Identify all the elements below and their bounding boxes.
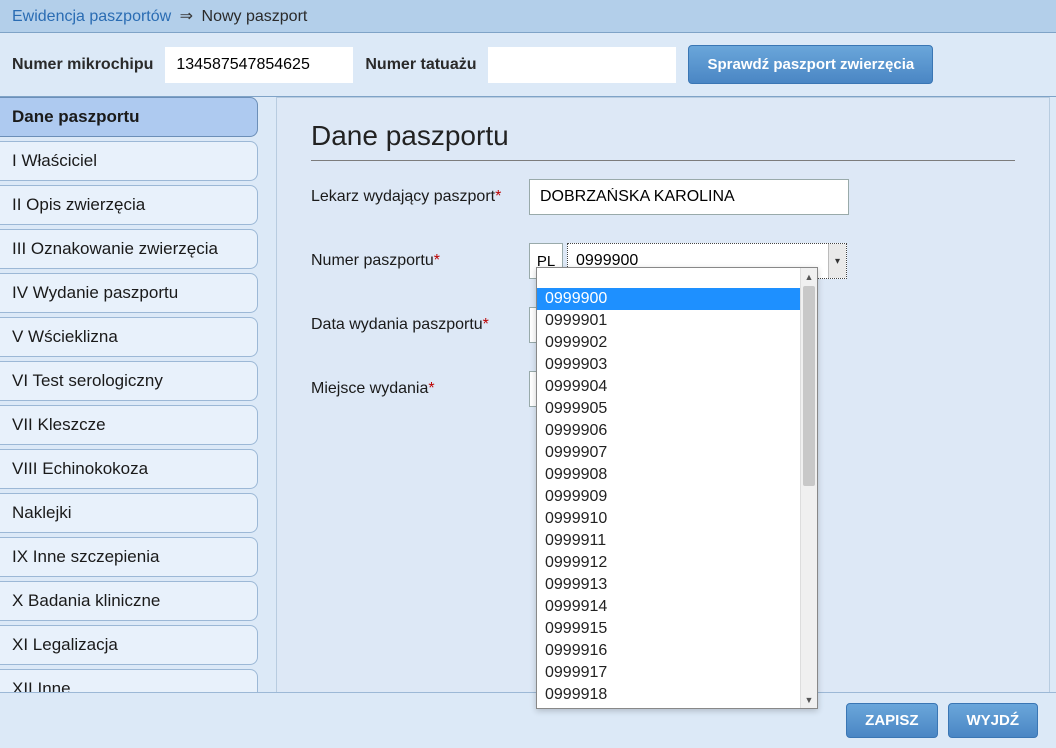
dropdown-option[interactable]: 0999912 xyxy=(537,552,817,574)
dropdown-option[interactable]: 0999907 xyxy=(537,442,817,464)
save-button[interactable]: ZAPISZ xyxy=(846,703,937,738)
sidebar-item-naklejki[interactable]: Naklejki xyxy=(0,493,258,533)
dropdown-option[interactable]: 0999916 xyxy=(537,640,817,662)
required-asterisk: * xyxy=(434,252,440,269)
dropdown-option[interactable]: 0999908 xyxy=(537,464,817,486)
dropdown-option[interactable]: 0999903 xyxy=(537,354,817,376)
exit-button[interactable]: WYJDŹ xyxy=(948,703,1039,738)
dropdown-option[interactable]: 0999915 xyxy=(537,618,817,640)
sidebar-item-badania-kliniczne[interactable]: X Badania kliniczne xyxy=(0,581,258,621)
breadcrumb-link[interactable]: Ewidencja paszportów xyxy=(12,8,171,25)
date-label: Data wydania paszportu* xyxy=(311,316,529,334)
dropdown-option[interactable]: 0999909 xyxy=(537,486,817,508)
panel-title: Dane paszportu xyxy=(311,120,1015,152)
scroll-thumb[interactable] xyxy=(803,286,815,486)
dropdown-option[interactable]: 0999902 xyxy=(537,332,817,354)
sidebar-item-wydanie-paszportu[interactable]: IV Wydanie paszportu xyxy=(0,273,258,313)
chevron-down-icon[interactable]: ▾ xyxy=(828,244,846,278)
tattoo-label: Numer tatuażu xyxy=(365,56,476,74)
scroll-down-icon[interactable]: ▼ xyxy=(801,691,817,708)
dropdown-option[interactable]: 0999901 xyxy=(537,310,817,332)
sidebar-item-dane-paszportu[interactable]: Dane paszportu xyxy=(0,97,258,137)
dropdown-option[interactable]: 0999917 xyxy=(537,662,817,684)
check-passport-button[interactable]: Sprawdź paszport zwierzęcia xyxy=(688,45,933,84)
top-form-bar: Numer mikrochipu Numer tatuażu Sprawdź p… xyxy=(0,33,1056,97)
sidebar-item-inne-szczepienia[interactable]: IX Inne szczepienia xyxy=(0,537,258,577)
panel-divider xyxy=(311,160,1015,161)
dropdown-option[interactable]: 0999914 xyxy=(537,596,817,618)
microchip-label: Numer mikrochipu xyxy=(12,56,153,74)
vet-input[interactable] xyxy=(529,179,849,215)
breadcrumb-arrow-icon: ⇒ xyxy=(176,8,197,25)
breadcrumb: Ewidencja paszportów ⇒ Nowy paszport xyxy=(0,0,1056,33)
dropdown-option[interactable]: 0999906 xyxy=(537,420,817,442)
dropdown-option[interactable]: 0999911 xyxy=(537,530,817,552)
dropdown-option[interactable]: 0999904 xyxy=(537,376,817,398)
dropdown-option[interactable]: 0999910 xyxy=(537,508,817,530)
dropdown-option[interactable]: 0999918 xyxy=(537,684,817,706)
dropdown-option[interactable]: 0999905 xyxy=(537,398,817,420)
dropdown-option[interactable]: 0999900 xyxy=(537,288,817,310)
passno-dropdown[interactable]: 0999900099990109999020999903099990409999… xyxy=(536,267,818,709)
row-vet: Lekarz wydający paszport* xyxy=(311,179,1015,215)
required-asterisk: * xyxy=(428,380,434,397)
sidebar-item-test-serologiczny[interactable]: VI Test serologiczny xyxy=(0,361,258,401)
required-asterisk: * xyxy=(483,316,489,333)
place-label: Miejsce wydania* xyxy=(311,380,529,398)
sidebar-item-echinokokoza[interactable]: VIII Echinokokoza xyxy=(0,449,258,489)
sidebar-item-kleszcze[interactable]: VII Kleszcze xyxy=(0,405,258,445)
dropdown-option[interactable]: 0999913 xyxy=(537,574,817,596)
breadcrumb-current: Nowy paszport xyxy=(202,8,308,25)
microchip-input[interactable] xyxy=(165,47,353,83)
footer-bar: ZAPISZ WYJDŹ xyxy=(0,692,1056,748)
tattoo-input[interactable] xyxy=(488,47,676,83)
sidebar: Dane paszportu I Właściciel II Opis zwie… xyxy=(0,97,258,747)
dropdown-scrollbar[interactable]: ▲ ▼ xyxy=(800,268,817,708)
dropdown-blank-option[interactable] xyxy=(537,270,817,288)
workarea: Dane paszportu I Właściciel II Opis zwie… xyxy=(0,97,1056,747)
scroll-up-icon[interactable]: ▲ xyxy=(801,268,817,285)
sidebar-item-oznakowanie[interactable]: III Oznakowanie zwierzęcia xyxy=(0,229,258,269)
required-asterisk: * xyxy=(495,188,501,205)
sidebar-item-opis-zwierzecia[interactable]: II Opis zwierzęcia xyxy=(0,185,258,225)
sidebar-item-wscieklizna[interactable]: V Wścieklizna xyxy=(0,317,258,357)
sidebar-item-wlasciciel[interactable]: I Właściciel xyxy=(0,141,258,181)
passno-label: Numer paszportu* xyxy=(311,252,529,270)
vet-label: Lekarz wydający paszport* xyxy=(311,188,529,206)
sidebar-item-legalizacja[interactable]: XI Legalizacja xyxy=(0,625,258,665)
